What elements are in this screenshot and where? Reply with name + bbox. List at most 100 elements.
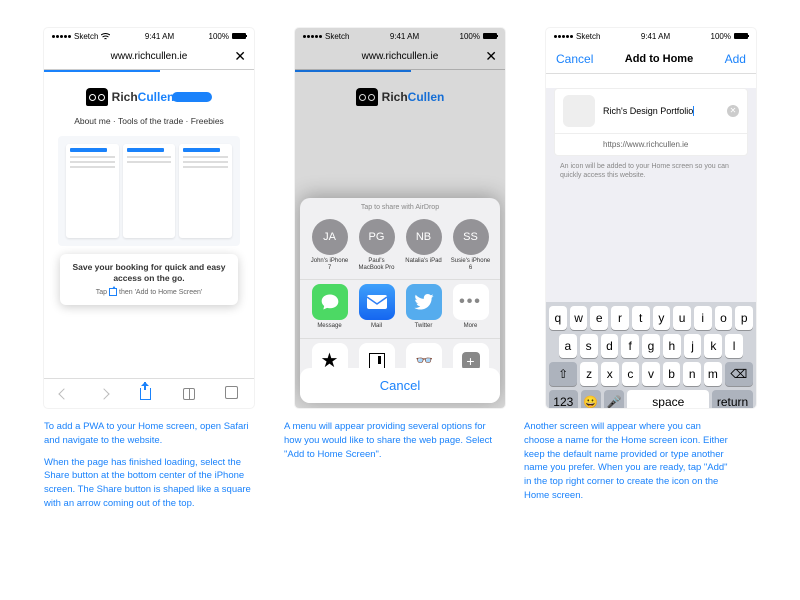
airdrop-row: JAJohn's iPhone 7 PGPaul's MacBook Pro N…: [300, 215, 500, 279]
mail-icon: [359, 284, 395, 320]
help-text: An icon will be added to your Home scree…: [546, 156, 756, 186]
app-label: Message: [309, 323, 351, 330]
share-more[interactable]: ••• More: [450, 284, 492, 330]
status-bar: Sketch 9:41 AM 100%: [295, 28, 505, 44]
url-bar: www.richcullen.ie ✕: [295, 44, 505, 70]
phones-row: Sketch 9:41 AM 100% www.richcullen.ie ✕ …: [0, 0, 800, 408]
shift-key[interactable]: ⇧: [549, 362, 577, 386]
logo-face-icon: [86, 88, 108, 106]
stop-icon[interactable]: ✕: [234, 48, 246, 65]
preview-card: [123, 144, 176, 238]
caption-1: To add a PWA to your Home screen, open S…: [44, 420, 254, 519]
airdrop-contact[interactable]: JAJohn's iPhone 7: [309, 219, 351, 271]
airdrop-contact[interactable]: PGPaul's MacBook Pro: [356, 219, 398, 271]
preview-card: [66, 144, 119, 238]
mic-key[interactable]: 🎤: [604, 390, 624, 408]
more-icon: •••: [453, 284, 489, 320]
key-x[interactable]: x: [601, 362, 619, 386]
apps-row: Message Mail Twitter ••• More: [300, 280, 500, 338]
key-c[interactable]: c: [622, 362, 640, 386]
battery-icon: [483, 33, 497, 39]
contact-initials: NB: [406, 219, 442, 255]
key-l[interactable]: l: [725, 334, 743, 358]
text-cursor: [693, 106, 694, 116]
bookmarks-button[interactable]: [183, 388, 195, 400]
clock: 9:41 AM: [390, 32, 419, 41]
space-key[interactable]: space: [627, 390, 709, 408]
airdrop-contact[interactable]: NB Natalia's iPad: [403, 219, 445, 271]
key-y[interactable]: y: [653, 306, 671, 330]
key-v[interactable]: v: [642, 362, 660, 386]
share-mail[interactable]: Mail: [356, 284, 398, 330]
key-e[interactable]: e: [590, 306, 608, 330]
share-twitter[interactable]: Twitter: [403, 284, 445, 330]
emoji-key[interactable]: 😀: [581, 390, 601, 408]
site-logo: RichCullen: [54, 88, 244, 106]
url-value: https://www.richcullen.ie: [603, 140, 739, 149]
key-s[interactable]: s: [580, 334, 598, 358]
url-bar[interactable]: www.richcullen.ie ✕: [44, 44, 254, 70]
clock: 9:41 AM: [145, 32, 174, 41]
key-b[interactable]: b: [663, 362, 681, 386]
key-a[interactable]: a: [559, 334, 577, 358]
clock: 9:41 AM: [641, 32, 670, 41]
cancel-button[interactable]: Cancel: [300, 368, 500, 403]
back-button[interactable]: [58, 388, 69, 399]
numbers-key[interactable]: 123: [549, 390, 578, 408]
cancel-button[interactable]: Cancel: [556, 52, 593, 66]
captions-row: To add a PWA to your Home screen, open S…: [0, 408, 800, 519]
backspace-key[interactable]: ⌫: [725, 362, 753, 386]
tooltip-sub-post: then 'Add to Home Screen': [119, 289, 202, 296]
key-f[interactable]: f: [621, 334, 639, 358]
battery-icon: [734, 33, 748, 39]
key-n[interactable]: n: [683, 362, 701, 386]
nav-title: Add to Home: [625, 53, 693, 65]
key-t[interactable]: t: [632, 306, 650, 330]
caption-text: To add a PWA to your Home screen, open S…: [44, 420, 254, 448]
carrier: Sketch: [576, 32, 600, 41]
key-k[interactable]: k: [704, 334, 722, 358]
key-q[interactable]: q: [549, 306, 567, 330]
share-message[interactable]: Message: [309, 284, 351, 330]
contact-initials: SS: [453, 219, 489, 255]
share-icon: [109, 288, 117, 296]
phone-add-to-home: Sketch 9:41 AM 100% Cancel Add to Home A…: [546, 28, 756, 408]
nav-bar: Cancel Add to Home Add: [546, 44, 756, 74]
key-j[interactable]: j: [684, 334, 702, 358]
key-r[interactable]: r: [611, 306, 629, 330]
keyboard: qwertyuiop asdfghjkl ⇧ zxcvbnm ⌫ 123 😀 🎤…: [546, 302, 756, 408]
contact-initials: JA: [312, 219, 348, 255]
key-i[interactable]: i: [694, 306, 712, 330]
forward-button[interactable]: [98, 388, 109, 399]
wifi-icon: [101, 33, 110, 40]
key-u[interactable]: u: [673, 306, 691, 330]
clear-icon[interactable]: ✕: [727, 105, 739, 117]
caption-2: A menu will appear providing several opt…: [284, 420, 494, 519]
return-key[interactable]: return: [712, 390, 753, 408]
key-g[interactable]: g: [642, 334, 660, 358]
key-w[interactable]: w: [570, 306, 588, 330]
add-button[interactable]: Add: [725, 52, 746, 66]
name-value: Rich's Design Portfolio: [603, 106, 693, 116]
preview-cards: [58, 136, 240, 246]
page-body: RichCullen About me · Tools of the trade…: [44, 72, 254, 305]
tabs-button[interactable]: [227, 388, 238, 399]
name-input[interactable]: Rich's Design Portfolio: [603, 106, 719, 117]
contact-name: Natalia's iPad: [403, 258, 445, 265]
airdrop-contact[interactable]: SS Susie's iPhone 6: [450, 219, 492, 271]
key-h[interactable]: h: [663, 334, 681, 358]
key-p[interactable]: p: [735, 306, 753, 330]
status-bar: Sketch 9:41 AM 100%: [546, 28, 756, 44]
share-button[interactable]: [140, 388, 151, 400]
key-o[interactable]: o: [715, 306, 733, 330]
key-z[interactable]: z: [580, 362, 598, 386]
logo-cullen: Cullen: [138, 90, 175, 104]
caption-3: Another screen will appear where you can…: [524, 420, 734, 519]
brush-stroke-icon: [172, 92, 212, 102]
tooltip-title: Save your booking for quick and easy acc…: [70, 262, 228, 284]
key-m[interactable]: m: [704, 362, 722, 386]
app-label: More: [450, 323, 492, 330]
key-d[interactable]: d: [601, 334, 619, 358]
contact-name: Susie's iPhone 6: [450, 258, 492, 271]
caption-text: Another screen will appear where you can…: [524, 420, 734, 503]
